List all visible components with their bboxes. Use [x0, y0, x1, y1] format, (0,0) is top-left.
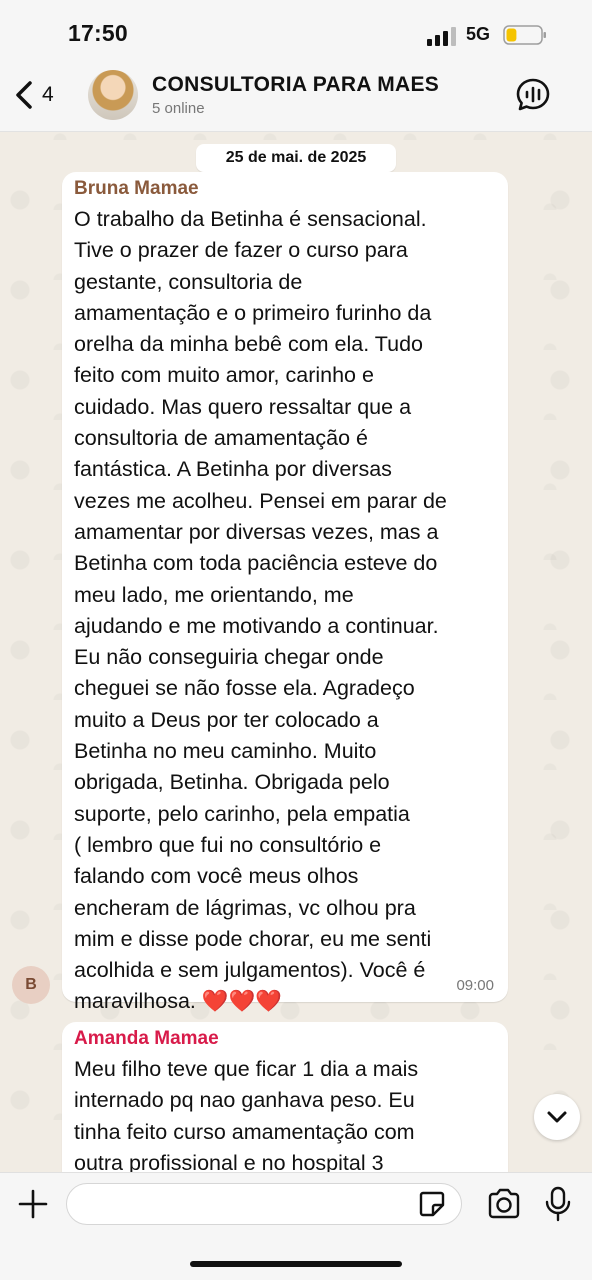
- message-sender[interactable]: Amanda Mamae: [74, 1028, 219, 1050]
- camera-button[interactable]: [486, 1187, 522, 1221]
- message-time: 09:00: [456, 977, 494, 994]
- chat-header: 4 CONSULTORIA PARA MAES 5 online: [0, 62, 592, 132]
- attach-button[interactable]: [16, 1187, 50, 1221]
- camera-icon: [488, 1188, 520, 1219]
- plus-icon: [18, 1189, 48, 1219]
- status-time: 17:50: [68, 20, 128, 46]
- sticker-icon: [419, 1191, 445, 1217]
- message-text: O trabalho da Betinha é sensacional. Tiv…: [74, 207, 447, 1014]
- battery-icon: [503, 25, 546, 45]
- network-type: 5G: [466, 24, 491, 44]
- unread-count: 4: [42, 83, 54, 106]
- message-text: Meu filho teve que ficar 1 dia a mais in…: [74, 1057, 419, 1175]
- chevron-left-icon: [16, 81, 32, 109]
- group-title[interactable]: CONSULTORIA PARA MAES: [152, 73, 439, 97]
- signal-icon: [427, 27, 456, 46]
- group-avatar[interactable]: [88, 70, 138, 120]
- audio-call-icon: [516, 78, 550, 111]
- audio-call-button[interactable]: [514, 76, 552, 114]
- home-indicator: [190, 1261, 402, 1267]
- message-sender[interactable]: Bruna Mamae: [74, 178, 199, 200]
- group-online-status: 5 online: [152, 100, 205, 117]
- sender-avatar[interactable]: B: [12, 966, 50, 1004]
- status-bar: 17:50 5G: [0, 0, 592, 62]
- microphone-button[interactable]: [544, 1185, 572, 1223]
- message-bubble[interactable]: Bruna Mamae O trabalho da Betinha é sens…: [62, 172, 508, 1013]
- date-chip: 25 de mai. de 2025: [196, 144, 396, 172]
- message-bubble[interactable]: Amanda Mamae Meu filho teve que ficar 1 …: [62, 1022, 508, 1192]
- back-button[interactable]: 4: [14, 78, 74, 112]
- message-composer: [0, 1172, 592, 1280]
- message-input[interactable]: [66, 1183, 462, 1225]
- scroll-to-bottom-button[interactable]: [534, 1094, 580, 1140]
- microphone-icon: [545, 1186, 571, 1222]
- chevron-down-icon: [547, 1111, 567, 1123]
- sticker-button[interactable]: [418, 1190, 446, 1218]
